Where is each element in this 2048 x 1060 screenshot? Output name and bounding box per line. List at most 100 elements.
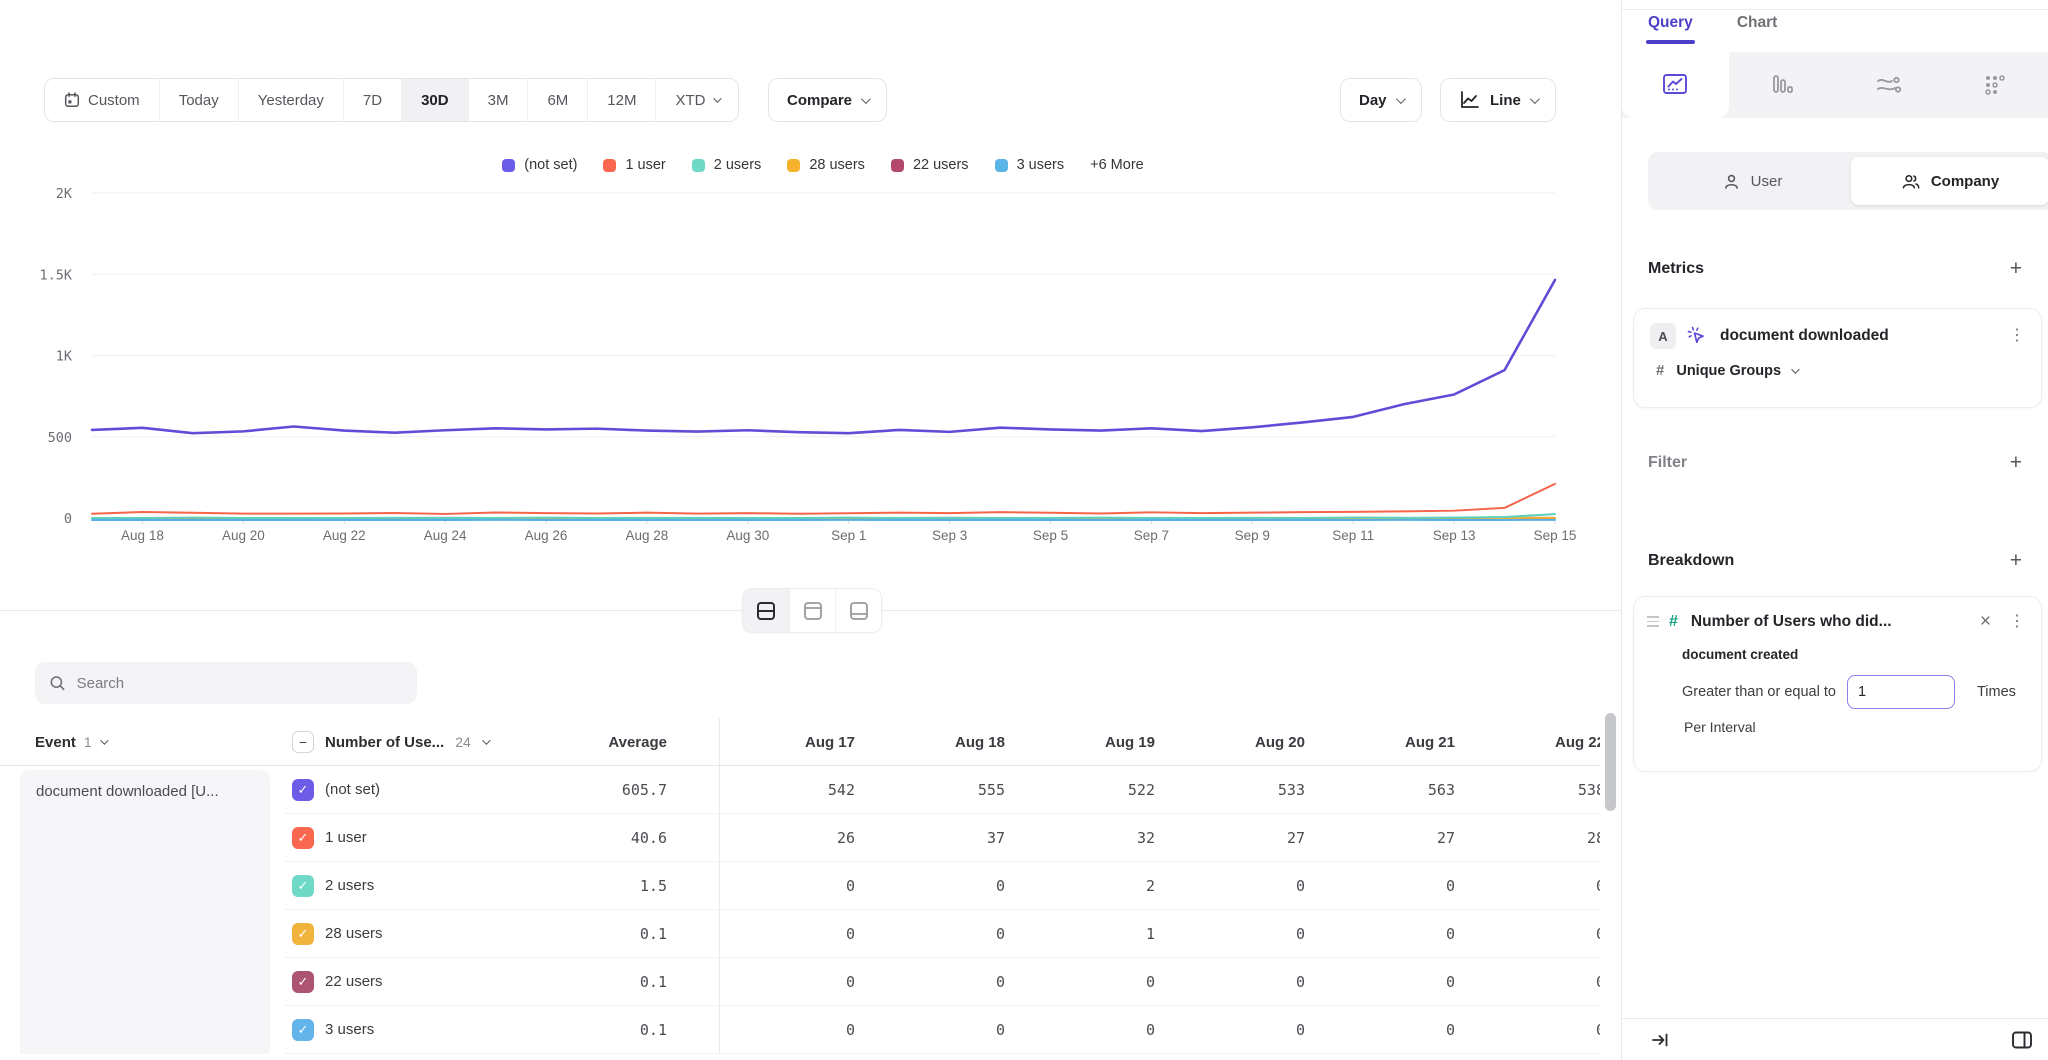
scope-user-button[interactable]: User [1653,157,1851,205]
compare-label: Compare [787,92,852,109]
series-checkbox[interactable]: ✓ [292,827,314,849]
cell-value: 0 [1596,877,1600,895]
legend-item[interactable]: 2 users [692,157,762,173]
row-label-cell[interactable]: ✓3 users [285,1006,530,1054]
legend-swatch [787,159,800,172]
legend-more-button[interactable]: +6 More [1090,157,1144,173]
indeterminate-checkbox-icon[interactable]: − [292,731,314,753]
breakdown-property[interactable]: Number of Users who did... [1691,613,1980,631]
chevron-down-icon [1791,365,1799,373]
interval-label: Day [1359,92,1387,109]
value-cell: 0 [1470,958,1600,1006]
x-axis-tick: Sep 5 [1033,528,1068,543]
series-checkbox[interactable]: ✓ [292,971,314,993]
add-metric-button[interactable]: + [2010,258,2022,279]
condition-operator[interactable]: Greater than or equal to [1682,684,1836,700]
row-label-cell[interactable]: ✓1 user [285,814,530,862]
legend-item[interactable]: 22 users [891,157,969,173]
metric-event-name[interactable]: document downloaded [1720,327,1999,345]
close-icon[interactable]: × [1980,612,1991,631]
drag-handle-icon[interactable] [1647,616,1659,627]
add-filter-button[interactable]: + [2010,452,2022,473]
legend-item[interactable]: 28 users [787,157,865,173]
chart-type-tab-retention[interactable] [1942,52,2048,118]
date-header-cell: Aug 21 [1320,718,1470,766]
range-button-7d[interactable]: 7D [343,79,401,121]
value-cell: 0 [1020,958,1170,1006]
chart-type-tab-line[interactable] [1622,52,1729,118]
x-axis-tick: Aug 20 [222,528,265,543]
series-line [92,280,1555,433]
range-button-6m[interactable]: 6M [527,79,587,121]
value-cell: 0 [1320,862,1470,910]
line-chart-icon [1661,72,1689,98]
compare-button[interactable]: Compare [768,78,887,122]
legend-swatch [891,159,904,172]
series-checkbox[interactable]: ✓ [292,779,314,801]
split-view-button[interactable] [743,589,789,632]
range-button-xtd[interactable]: XTD [655,79,738,121]
row-label-cell[interactable]: ✓2 users [285,862,530,910]
cell-value: 0 [846,1021,855,1039]
series-checkbox[interactable]: ✓ [292,1019,314,1041]
cell-value: 0 [846,877,855,895]
value-cell: 0 [1470,910,1600,958]
chart-type-tab-bar[interactable] [1729,52,1836,118]
x-axis-tick: Sep 7 [1134,528,1169,543]
y-axis-tick: 1.5K [39,267,72,283]
layout-toggle-group [742,588,882,633]
date-header-cell: Aug 22 [1470,718,1600,766]
scope-user-label: User [1751,173,1783,190]
range-button-12m[interactable]: 12M [587,79,655,121]
series-checkbox[interactable]: ✓ [292,923,314,945]
row-label-cell[interactable]: ✓22 users [285,958,530,1006]
condition-value-input[interactable] [1847,675,1955,709]
search-input[interactable] [77,675,403,692]
event-header-cell[interactable]: Event1 [0,718,285,766]
kebab-menu-icon[interactable]: ⋮ [2009,614,2025,630]
panel-layout-icon[interactable] [2010,1029,2034,1051]
panel-tabs: Query Chart [1648,14,1777,44]
range-button-today[interactable]: Today [159,79,238,121]
chart-type-dropdown[interactable]: Line [1440,78,1556,122]
add-breakdown-button[interactable]: + [2010,550,2022,571]
legend-swatch [603,159,616,172]
breakdown-title-row: # Number of Users who did... × ⋮ [1647,612,2025,631]
range-button-3m[interactable]: 3M [468,79,528,121]
line-chart-icon [1459,90,1481,110]
chart-type-tab-flow[interactable] [1835,52,1942,118]
range-button-custom[interactable]: Custom [45,79,159,121]
x-axis-tick: Aug 22 [323,528,366,543]
interval-dropdown[interactable]: Day [1340,78,1422,122]
row-label-cell[interactable]: ✓(not set) [285,766,530,814]
range-label: 3M [488,92,509,109]
cell-value: 0 [1446,925,1455,943]
breakdown-event[interactable]: document created [1682,647,2025,662]
measure-dropdown[interactable]: Unique Groups [1676,363,1797,379]
legend-item[interactable]: (not set) [502,157,577,173]
cell-value: 0 [996,925,1005,943]
breakdown-section-header: Breakdown + [1648,550,2022,571]
table-scrollbar-thumb[interactable] [1605,713,1616,811]
scope-company-button[interactable]: Company [1851,157,2048,205]
event-row-card[interactable]: document downloaded [U... [20,770,270,1054]
collapse-panel-icon[interactable] [1650,1030,1670,1050]
cell-value: 0 [1296,925,1305,943]
legend-item[interactable]: 3 users [995,157,1065,173]
series-checkbox[interactable]: ✓ [292,875,314,897]
range-button-yesterday[interactable]: Yesterday [238,79,343,121]
breakdown-header-cell[interactable]: −Number of Use...24 [285,718,530,766]
kebab-menu-icon[interactable]: ⋮ [2009,328,2025,344]
chart-only-view-button[interactable] [789,589,835,632]
chart-canvas[interactable]: 05001K1.5K2KAug 18Aug 20Aug 22Aug 24Aug … [0,180,1622,552]
table-only-view-button[interactable] [835,589,881,632]
range-button-30d[interactable]: 30D [401,79,468,121]
cell-value: 0 [1596,973,1600,991]
breakdown-card: # Number of Users who did... × ⋮ documen… [1633,596,2042,772]
tab-chart[interactable]: Chart [1737,14,1777,44]
legend-item[interactable]: 1 user [603,157,665,173]
row-label-cell[interactable]: ✓28 users [285,910,530,958]
date-header-label: Aug 21 [1405,734,1455,751]
tab-query[interactable]: Query [1648,14,1693,44]
cell-value: 0 [1146,973,1155,991]
